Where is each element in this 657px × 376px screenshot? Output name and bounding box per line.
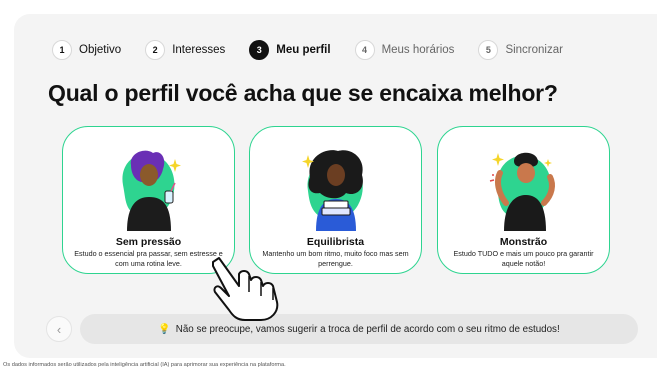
chevron-left-icon: ‹ [56,321,62,337]
relaxed-person-illustration [122,150,181,231]
energetic-person-illustration [489,152,555,231]
step-objetivo[interactable]: 1 Objetivo [52,40,121,60]
step-label: Interesses [172,44,226,56]
previous-button[interactable]: ‹ [46,316,72,342]
step-meus-horarios: 4 Meus horários [354,40,455,60]
step-number: 2 [145,40,166,60]
balanced-person-illustration [302,150,363,231]
step-number: 4 [354,40,375,60]
step-number: 5 [478,40,499,60]
step-interesses[interactable]: 2 Interesses [145,40,225,60]
step-number: 1 [52,40,72,60]
step-meu-perfil[interactable]: 3 Meu perfil [249,40,331,60]
step-sincronizar: 5 Sincronizar [478,40,563,60]
step-label: Objetivo [79,44,122,56]
step-label: Meu perfil [276,44,331,56]
notice-banner: 💡 Não se preocupe, vamos sugerir a troca… [80,314,638,344]
notice-text: Não se preocupe, vamos sugerir a troca d… [175,323,560,335]
profile-name: Monstrão [499,236,548,248]
stepper: 1 Objetivo 2 Interesses 3 Meu perfil 4 M… [52,40,587,60]
hand-pointer-cursor-icon [212,257,279,321]
step-label: Meus horários [381,44,455,56]
page-title: Qual o perfil você acha que se encaixa m… [48,80,558,106]
lightbulb-icon: 💡 [158,323,171,335]
step-number: 3 [249,40,270,60]
privacy-footer: Os dados informados serão utilizados pel… [3,362,286,368]
profile-card-equilibrista[interactable]: Equilibrista Mantenho um bom ritmo, muit… [249,126,422,274]
profile-description: Estudo o essencial pra passar, sem estre… [74,249,223,268]
profile-description: Estudo TUDO e mais um pouco pra garantir… [453,249,594,268]
profile-card-monstrao[interactable]: Monstrão Estudo TUDO e mais um pouco pra… [437,126,610,274]
profile-name: Equilibrista [306,236,365,248]
profile-card-sem-pressao[interactable]: Sem pressão Estudo o essencial pra passa… [62,126,235,274]
profile-name: Sem pressão [115,236,182,248]
step-label: Sincronizar [505,44,563,56]
